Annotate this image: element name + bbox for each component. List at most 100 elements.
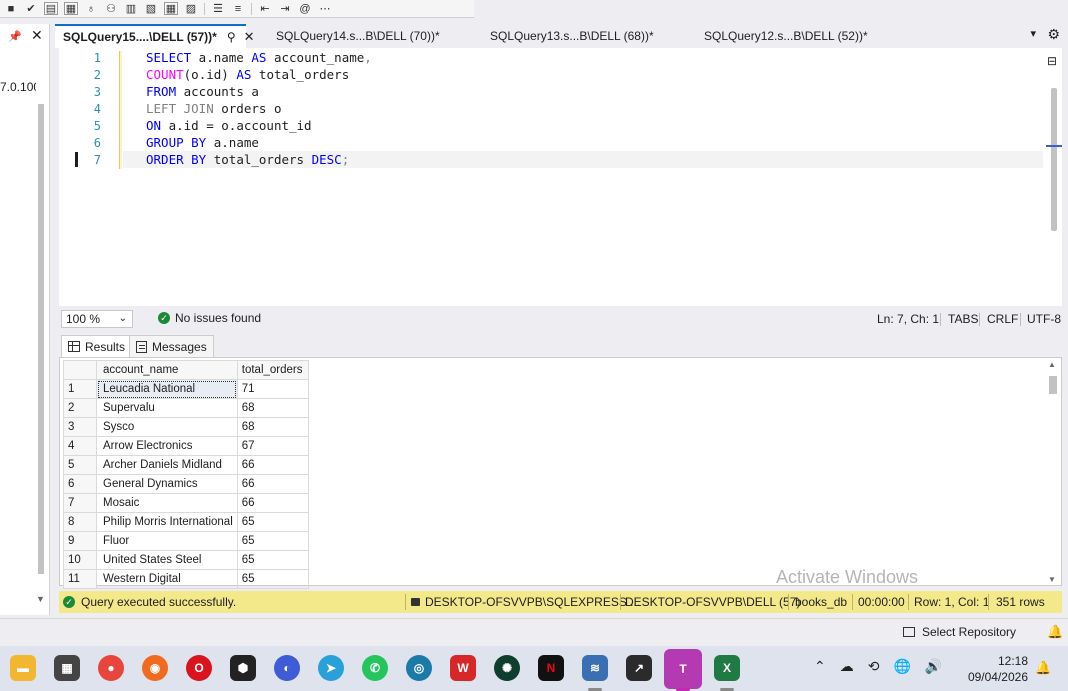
scroll-up-icon[interactable]: ▲ [1048, 360, 1056, 369]
specify-values-icon[interactable]: ▦ [164, 2, 178, 15]
row-number[interactable]: 3 [63, 417, 97, 437]
table-row[interactable]: 1 Leucadia National 71 [63, 379, 309, 399]
notification-bell-icon[interactable]: 🔔 [1047, 624, 1063, 640]
cell-account-name[interactable]: Mosaic [96, 493, 238, 513]
scroll-down-icon[interactable]: ▼ [1048, 575, 1056, 584]
row-number[interactable]: 8 [63, 512, 97, 532]
cell-total-orders[interactable]: 65 [236, 512, 309, 532]
onedrive-icon[interactable]: ☁ [840, 658, 854, 675]
scrollbar-thumb[interactable] [1049, 376, 1057, 394]
row-number[interactable]: 4 [63, 436, 97, 456]
tab-messages[interactable]: Messages [129, 335, 214, 357]
column-header[interactable]: account_name [96, 360, 238, 380]
tab-sqlquery14[interactable]: SQLQuery14.s...B\DELL (70))* [276, 24, 440, 48]
firefox-icon[interactable]: ◉ [142, 655, 168, 681]
table-row[interactable]: 10 United States Steel 65 [63, 550, 309, 570]
cell-account-name[interactable]: Leucadia National [96, 379, 238, 399]
chevron-up-icon[interactable]: ⌃ [814, 658, 826, 675]
editor-scrollbar[interactable]: ⊟ [1046, 48, 1062, 306]
column-header[interactable]: total_orders [236, 360, 309, 380]
row-number[interactable]: 2 [63, 398, 97, 418]
stop-icon[interactable]: ■ [4, 2, 18, 15]
row-number[interactable]: 7 [63, 493, 97, 513]
scrollbar-thumb[interactable] [38, 104, 44, 574]
table-row[interactable]: 8 Philip Morris International 65 [63, 512, 309, 532]
overflow-icon[interactable]: ⋯ [318, 2, 332, 15]
cell-account-name[interactable]: Western Digital [96, 569, 238, 589]
ssms-icon[interactable]: ≋ [582, 655, 608, 681]
cell-total-orders[interactable]: 68 [236, 398, 309, 418]
zoom-dropdown[interactable]: 100 % ⌄ [61, 310, 133, 328]
table-row[interactable]: 4 Arrow Electronics 67 [63, 436, 309, 456]
scrollbar-thumb[interactable] [1051, 88, 1057, 231]
cell-account-name[interactable]: Supervalu [96, 398, 238, 418]
tab-sqlquery12[interactable]: SQLQuery12.s...B\DELL (52))* [704, 24, 868, 48]
results-text-icon[interactable]: ▥ [124, 2, 138, 15]
whatsapp-icon[interactable]: ✆ [362, 655, 388, 681]
clock[interactable]: 12:18 09/04/2026 [960, 653, 1028, 685]
globe-icon[interactable]: 🌐 [893, 658, 910, 675]
outdent-icon[interactable]: ⇤ [258, 2, 272, 15]
cell-total-orders[interactable]: 65 [236, 569, 309, 589]
chrome-icon[interactable]: ● [98, 655, 124, 681]
cell-total-orders[interactable]: 65 [236, 531, 309, 551]
at-icon[interactable]: @ [298, 2, 312, 15]
browser-icon[interactable]: ◐ [274, 655, 300, 681]
plan-icon[interactable]: ⚇ [104, 2, 118, 15]
encoding[interactable]: UTF-8 [1027, 312, 1061, 326]
file-explorer-icon[interactable]: ▬ [10, 655, 36, 681]
table-row[interactable]: 9 Fluor 65 [63, 531, 309, 551]
check-icon[interactable]: ✔ [24, 2, 38, 15]
table-row[interactable]: 7 Mosaic 66 [63, 493, 309, 513]
scroll-down-icon[interactable]: ▼ [36, 594, 45, 604]
table-row[interactable]: 3 Sysco 68 [63, 417, 309, 437]
row-number-header[interactable] [63, 360, 97, 380]
app-arrow-icon[interactable]: ↗ [626, 655, 652, 681]
notification-bell-icon[interactable]: 🔔 [1035, 660, 1051, 676]
close-icon[interactable]: ✕ [31, 27, 43, 44]
app-icon[interactable]: ⬢ [230, 655, 256, 681]
line-endings[interactable]: CRLF [987, 312, 1018, 326]
cell-account-name[interactable]: Sysco [96, 417, 238, 437]
results-grid-icon[interactable]: ▦ [64, 2, 78, 15]
grid-icon[interactable]: ▤ [44, 2, 58, 15]
volume-icon[interactable]: 🔊 [925, 658, 942, 675]
cell-account-name[interactable]: Arrow Electronics [96, 436, 238, 456]
cell-total-orders[interactable]: 65 [236, 550, 309, 570]
app-circle-icon[interactable]: ◎ [406, 655, 432, 681]
split-icon[interactable]: ⊟ [1047, 54, 1057, 68]
cell-total-orders[interactable]: 66 [236, 474, 309, 494]
server-node-label[interactable]: 7.0.100 [0, 80, 36, 94]
pin-icon[interactable]: 📌 [8, 30, 22, 43]
table-row[interactable]: 5 Archer Daniels Midland 66 [63, 455, 309, 475]
tab-sqlquery13[interactable]: SQLQuery13.s...B\DELL (68))* [490, 24, 654, 48]
sync-icon[interactable]: ⟲ [868, 658, 880, 675]
more-icon[interactable]: ▨ [184, 2, 198, 15]
opera-icon[interactable]: O [186, 655, 212, 681]
indent-icon[interactable]: ⇥ [278, 2, 292, 15]
row-number[interactable]: 1 [63, 379, 97, 399]
cell-total-orders[interactable]: 67 [236, 436, 309, 456]
flask-icon[interactable]: ♁ [84, 2, 98, 15]
excel-icon[interactable]: X [714, 655, 740, 681]
comment-icon[interactable]: ☰ [211, 2, 225, 15]
cell-account-name[interactable]: Archer Daniels Midland [96, 455, 238, 475]
results-scrollbar[interactable]: ▲ ▼ [1047, 360, 1059, 584]
select-repository-button[interactable]: Select Repository [903, 625, 1016, 639]
row-number[interactable]: 10 [63, 550, 97, 570]
cell-account-name[interactable]: Fluor [96, 531, 238, 551]
teams-icon[interactable]: T [664, 649, 702, 689]
uncomment-icon[interactable]: ≡ [231, 2, 245, 15]
telegram-icon[interactable]: ➤ [318, 655, 344, 681]
chatgpt-icon[interactable]: ✺ [494, 655, 520, 681]
cell-total-orders[interactable]: 66 [236, 493, 309, 513]
netflix-icon[interactable]: N [538, 655, 564, 681]
cell-total-orders[interactable]: 68 [236, 417, 309, 437]
row-number[interactable]: 11 [63, 569, 97, 589]
cell-account-name[interactable]: General Dynamics [96, 474, 238, 494]
tab-overflow-icon[interactable]: ▾ [1030, 27, 1036, 40]
wps-icon[interactable]: W [450, 655, 476, 681]
tab-sqlquery15[interactable]: SQLQuery15....\DELL (57))* ⚲ ✕ [55, 24, 255, 48]
pin-tab-icon[interactable]: ⚲ [227, 30, 236, 44]
cell-account-name[interactable]: United States Steel [96, 550, 238, 570]
